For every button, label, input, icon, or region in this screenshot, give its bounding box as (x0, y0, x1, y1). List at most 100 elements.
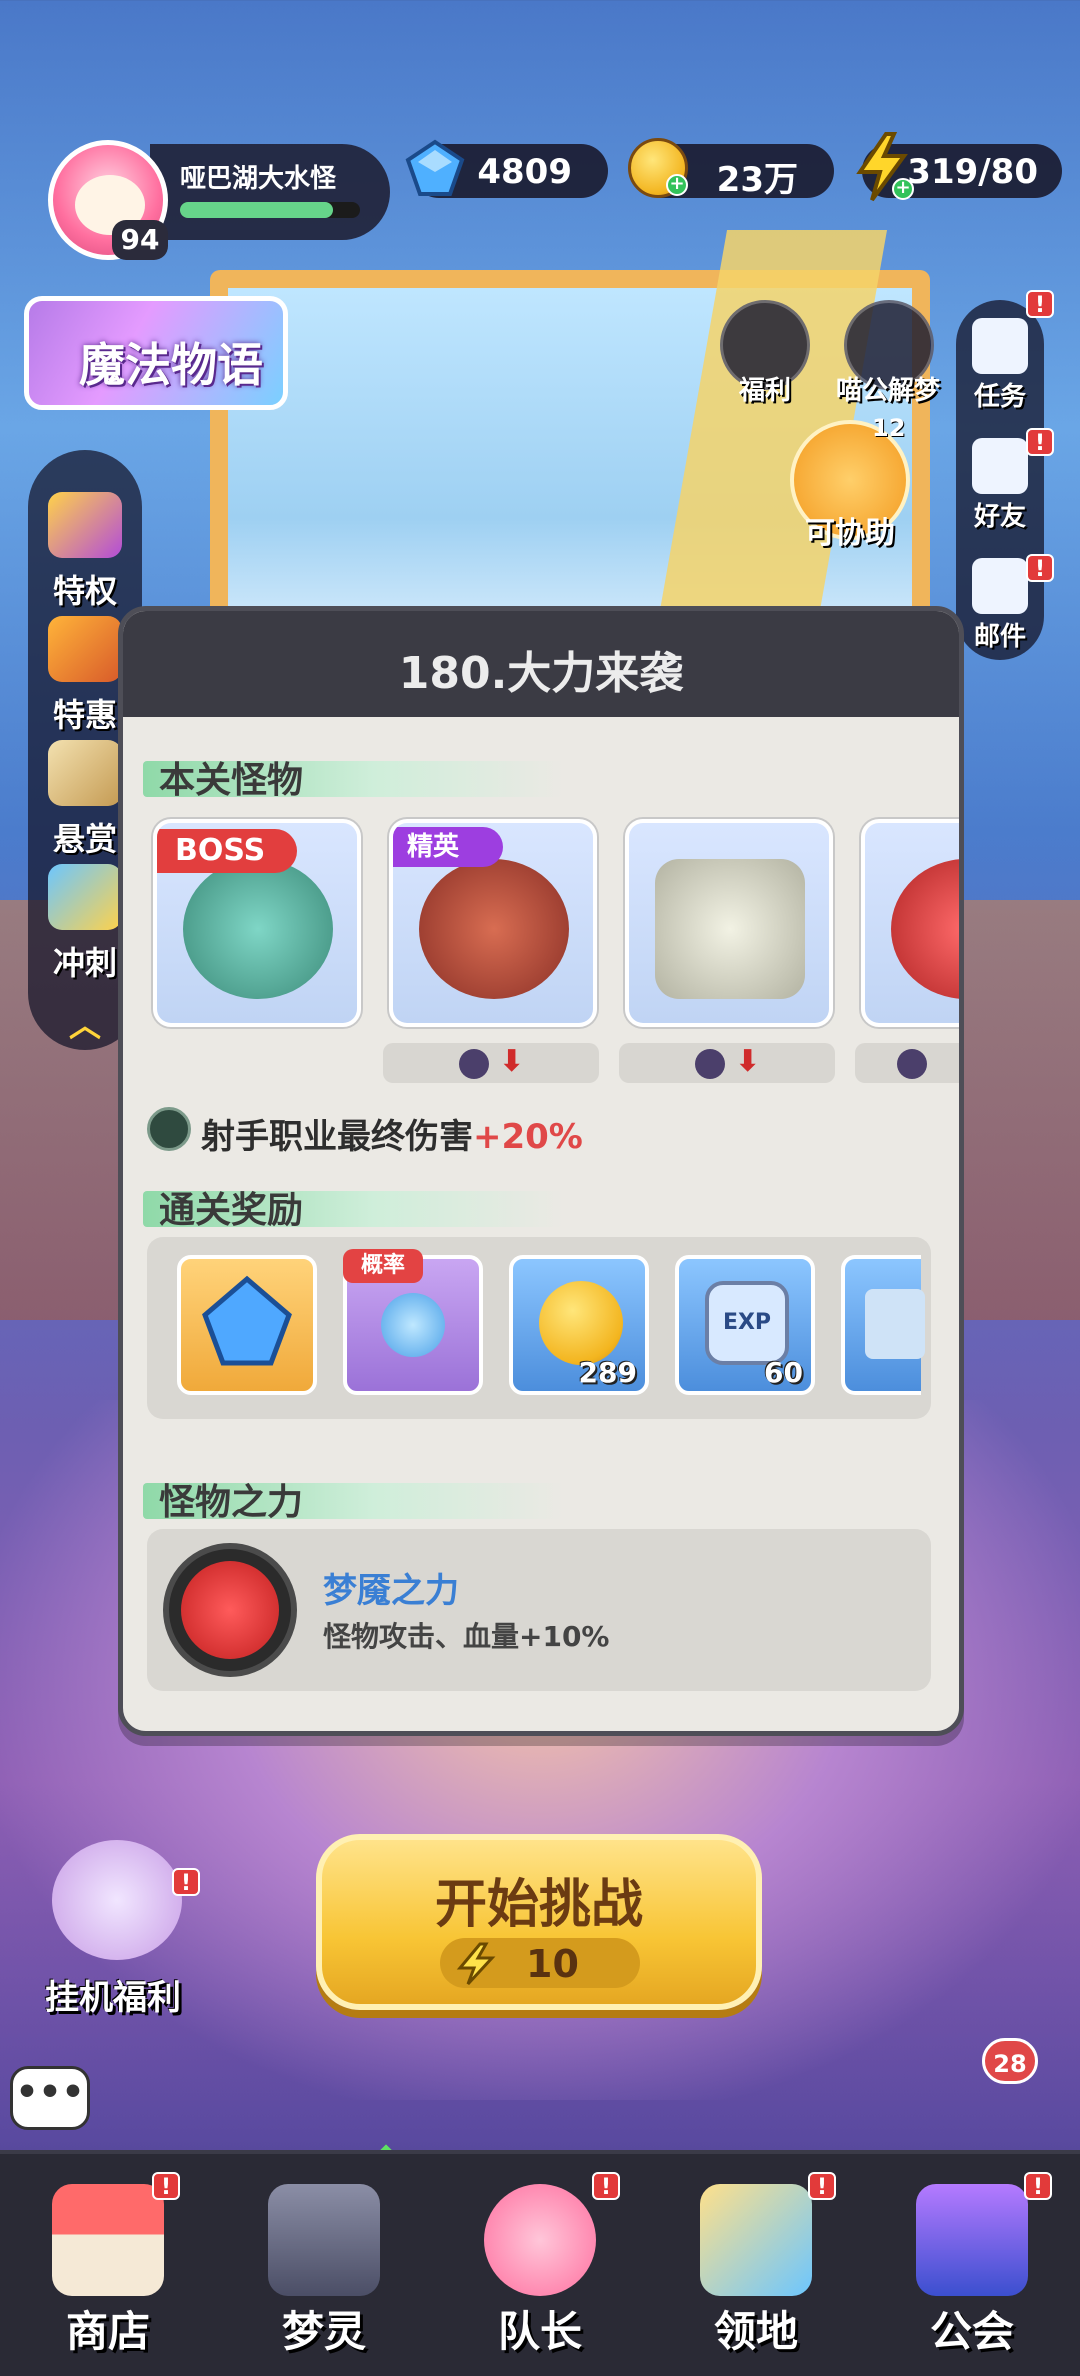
nav-guild[interactable]: ! 公会 (864, 2154, 1080, 2376)
alert-badge-mail: ! (1026, 554, 1054, 582)
coins-value: 23万 (716, 160, 798, 200)
message-count-badge[interactable]: 28 (982, 2038, 1038, 2084)
monster-card-boss[interactable]: BOSS (153, 819, 361, 1027)
nav-label: 领地 (713, 2307, 798, 2356)
right-rail: 任务 好友 邮件 (956, 300, 1044, 660)
gold-coin-icon (539, 1281, 623, 1365)
energy-cost-value: 10 (526, 1942, 579, 1986)
section-title-monster-power: 怪物之力 (159, 1482, 304, 1523)
elite-tag: 精英 (393, 827, 503, 867)
wanted-poster-icon (48, 740, 122, 806)
alert-badge-idle: ! (172, 1868, 200, 1896)
class-bonus-value: +20% (473, 1117, 583, 1157)
alert-badge-territory: ! (808, 2172, 836, 2200)
nav-dream-spirit[interactable]: 梦灵 (216, 2154, 432, 2376)
element-icon (897, 1049, 927, 1079)
player-info-pill[interactable]: 哑巴湖大水怪 (150, 144, 390, 240)
monster-power-box: 梦魇之力 怪物攻击、血量+10% (147, 1529, 931, 1691)
add-coins-plus-icon[interactable]: + (666, 174, 688, 196)
nav-territory[interactable]: ! 领地 (648, 2154, 864, 2376)
skull-icon (163, 1543, 297, 1677)
monster-power-name: 梦魇之力 (323, 1571, 459, 1611)
robot-icon (268, 2184, 380, 2296)
weakness-row (855, 1043, 959, 1083)
gem-icon (405, 139, 465, 196)
alert-badge-captain: ! (592, 2172, 620, 2200)
captain-icon (484, 2184, 596, 2296)
modal-title: 180.大力来袭 (398, 648, 684, 699)
event-banner[interactable]: 魔法物语 (24, 296, 288, 410)
ticket-icon (48, 492, 122, 558)
right-item-tasks[interactable]: 任务 (956, 308, 1044, 428)
blue-gem-icon (202, 1275, 292, 1366)
orb-trophy-icon (381, 1293, 445, 1357)
nav-captain[interactable]: ! 队长 (432, 2154, 648, 2376)
map-scroll-icon (865, 1289, 925, 1359)
reward-item[interactable]: 概率 (343, 1249, 483, 1395)
top-icon-label-dream: 喵公解梦 (835, 376, 940, 406)
reward-item[interactable] (841, 1255, 925, 1395)
player-level-badge: 94 (112, 220, 168, 260)
alert-badge-shop: ! (152, 2172, 180, 2200)
assist-label: 可协助 (805, 516, 895, 551)
guild-icon (916, 2184, 1028, 2296)
rail-item-privilege[interactable]: 特权 (28, 486, 142, 610)
crosshair-icon (147, 1107, 191, 1151)
reward-item[interactable]: EXP 60 (675, 1255, 815, 1395)
event-title: 魔法物语 (79, 338, 263, 392)
right-label: 任务 (973, 382, 1026, 412)
territory-icon (700, 2184, 812, 2296)
monster-card-elite[interactable]: 精英 (389, 819, 597, 1027)
nav-label: 队长 (497, 2307, 582, 2356)
weakness-row: ⬇ (383, 1043, 599, 1083)
start-challenge-button[interactable]: 开始挑战 10 (316, 1834, 762, 2010)
arrow-down-icon: ⬇ (735, 1044, 761, 1079)
nav-label: 商店 (65, 2307, 150, 2356)
rewards-box: 概率 289 EXP 60 (147, 1237, 931, 1419)
friends-icon (972, 438, 1028, 494)
rank-trophy-icon (48, 864, 122, 930)
gems-pill[interactable]: 4809 (405, 139, 608, 198)
weakness-row: ⬇ (619, 1043, 835, 1083)
modal-header: 180.大力来袭 (123, 611, 959, 717)
coins-pill[interactable]: + 23万 (628, 138, 834, 200)
chevron-up-icon[interactable]: ︿ (60, 1009, 110, 1041)
monster-card-partial[interactable] (861, 819, 959, 1027)
right-label: 邮件 (973, 622, 1026, 652)
task-icon (972, 318, 1028, 374)
gameboy-monster-icon (655, 859, 805, 999)
top-icon-label-welfare: 福利 (738, 376, 791, 406)
boss-tag: BOSS (157, 829, 297, 873)
player-hp-bar (180, 202, 360, 218)
energy-cost-pill: 10 (440, 1938, 640, 1988)
reward-item[interactable]: 289 (509, 1255, 649, 1395)
class-bonus-label: 射手职业最终伤害 (201, 1117, 473, 1157)
rail-label: 特权 (52, 572, 117, 610)
arrow-down-icon: ⬇ (499, 1044, 525, 1079)
reward-count: 60 (764, 1356, 803, 1389)
idle-rewards[interactable]: ! 挂机福利 (18, 1820, 208, 2020)
section-title-rewards: 通关奖励 (159, 1190, 304, 1231)
nav-shop[interactable]: ! 商店 (0, 2154, 216, 2376)
alert-badge-friends: ! (1026, 428, 1054, 456)
sleeping-cow-icon (52, 1840, 182, 1960)
probability-tag: 概率 (343, 1249, 423, 1283)
monster-card-normal[interactable] (625, 819, 833, 1027)
assist-count-badge: 12 (872, 414, 906, 442)
nav-label: 公会 (929, 2307, 1014, 2356)
mail-icon (972, 558, 1028, 614)
alert-badge-tasks: ! (1026, 290, 1054, 318)
energy-bolt-icon (456, 1942, 496, 1986)
monster-power-desc: 怪物攻击、血量+10% (323, 1620, 610, 1653)
gems-value: 4809 (477, 152, 572, 192)
boss-monster-icon (183, 859, 333, 999)
skull-icon-inner (181, 1561, 279, 1659)
reward-item[interactable] (177, 1255, 317, 1395)
player-hp-fill (180, 202, 333, 218)
energy-value: 319/80 (907, 152, 1038, 192)
energy-pill[interactable]: + 319/80 (856, 132, 1062, 202)
exp-badge-icon: EXP (705, 1281, 789, 1365)
chat-button[interactable]: ••• (10, 2066, 90, 2130)
elite-monster-icon (419, 859, 569, 999)
element-icon (695, 1049, 725, 1079)
